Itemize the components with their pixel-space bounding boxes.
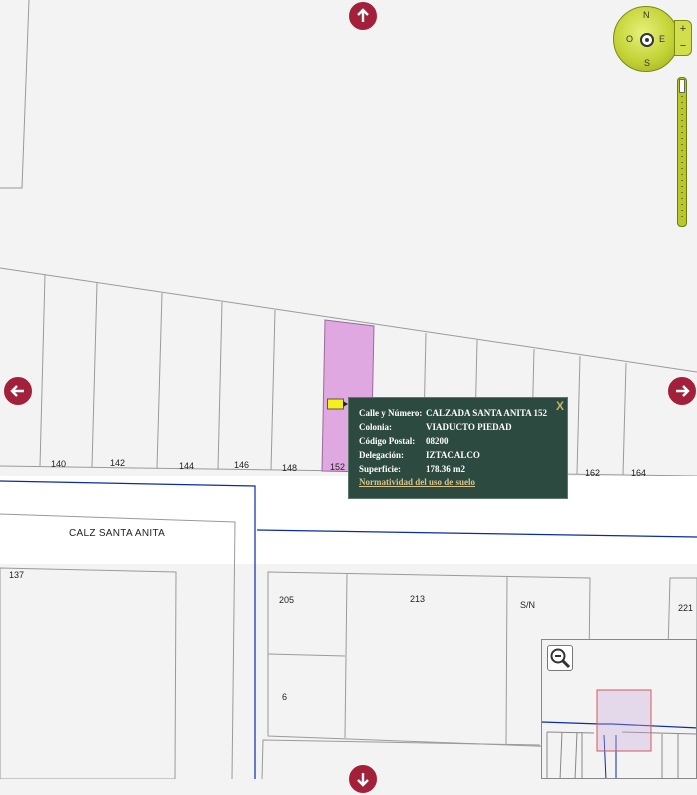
info-value: CALZADA SANTA ANITA 152 [426, 408, 547, 418]
info-value: 08200 [426, 436, 449, 446]
compass-south[interactable]: S [644, 58, 650, 68]
lot-number-label: 146 [234, 460, 249, 470]
overview-viewport [596, 689, 652, 752]
pan-left-button[interactable] [2, 375, 34, 407]
street-name-label: CALZ SANTA ANITA [69, 528, 165, 539]
arrow-right-icon [676, 385, 690, 397]
zoom-in-button[interactable]: + [675, 21, 691, 38]
compass-north[interactable]: N [643, 10, 650, 20]
info-label: Calle y Número: [359, 408, 423, 418]
lot-number-label: 221 [678, 603, 693, 613]
info-row-area: Superficie: 178.36 m2 [359, 464, 465, 474]
lot-number-label: 140 [51, 459, 66, 469]
info-label: Código Postal: [359, 436, 416, 446]
lot-number-label: 148 [282, 463, 297, 473]
arrow-up-icon [357, 8, 369, 22]
lot-number-label: 137 [9, 570, 24, 580]
lot-number-label: 6 [282, 692, 287, 702]
lot-number-label: 144 [179, 461, 194, 471]
info-value: VIADUCTO PIEDAD [426, 422, 512, 432]
compass-control[interactable]: N S E O [613, 6, 679, 72]
compass-east[interactable]: E [659, 34, 665, 44]
info-row-address: Calle y Número: CALZADA SANTA ANITA 152 [359, 408, 547, 418]
info-row-delegacion: Delegación: IZTACALCO [359, 450, 480, 460]
pan-right-button[interactable] [666, 375, 697, 407]
info-value: IZTACALCO [426, 450, 480, 460]
magnifier-minus-icon [550, 648, 571, 669]
zoom-buttons: + − [674, 20, 692, 56]
lot-number-label: 205 [279, 595, 294, 605]
lot-number-label: 213 [410, 594, 425, 604]
info-label: Colonia: [359, 422, 393, 432]
pan-up-button[interactable] [347, 0, 379, 32]
info-row-postal-code: Código Postal: 08200 [359, 436, 449, 446]
info-label: Delegación: [359, 450, 404, 460]
arrow-left-icon [10, 385, 24, 397]
close-popup-button[interactable]: X [556, 399, 564, 413]
lot-number-label: 164 [631, 468, 646, 478]
zoom-slider-track[interactable] [677, 77, 687, 227]
land-use-link[interactable]: Normatividad del uso de suelo [359, 477, 475, 487]
info-row-colonia: Colonia: VIADUCTO PIEDAD [359, 422, 512, 432]
compass-west[interactable]: O [626, 34, 633, 44]
compass-center-icon[interactable] [640, 33, 654, 47]
zoom-out-button[interactable]: − [675, 38, 691, 55]
parcel-info-popup: X Calle y Número: CALZADA SANTA ANITA 152… [348, 397, 568, 499]
lot-number-label: 142 [110, 458, 125, 468]
lot-number-label: 162 [585, 468, 600, 478]
lot-number-label: S/N [520, 600, 535, 610]
pan-down-button[interactable] [347, 763, 379, 795]
overview-zoom-out-button[interactable] [547, 645, 573, 671]
zoom-slider-handle[interactable] [679, 79, 685, 93]
arrow-down-icon [357, 773, 369, 787]
location-marker-icon[interactable] [327, 397, 349, 410]
info-label: Superficie: [359, 464, 401, 474]
info-value: 178.36 m2 [426, 464, 465, 474]
lot-number-label: 152 [330, 462, 345, 472]
